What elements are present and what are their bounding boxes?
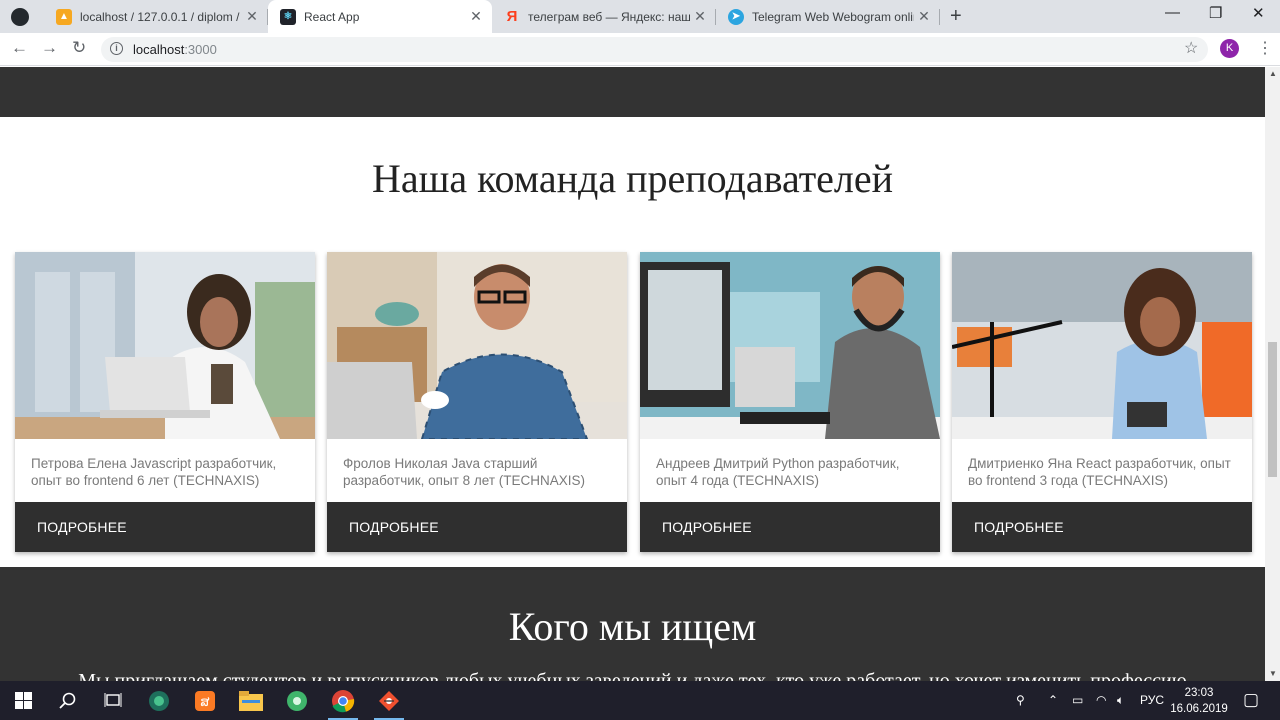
teacher-bio: Дмитриенко Яна React разработчик, опыт в… xyxy=(968,456,1231,488)
file-explorer-icon[interactable] xyxy=(228,681,274,720)
details-button-label: ПОДРОБНЕЕ xyxy=(37,519,127,535)
teacher-card: Фролов Николая Java старший разработчик,… xyxy=(327,252,627,552)
new-tab-icon[interactable]: + xyxy=(950,5,962,28)
teacher-bio: Андреев Дмитрий Python разработчик, опыт… xyxy=(656,456,900,488)
git-kraken-icon[interactable] xyxy=(366,681,412,720)
scroll-up-icon[interactable]: ▲ xyxy=(1269,69,1277,78)
who-we-seek-title: Кого мы ищем xyxy=(508,604,757,649)
tab-phpmyadmin[interactable]: ▲ localhost / 127.0.0.1 / diplom / le ✕ xyxy=(44,0,268,33)
search-icon[interactable] xyxy=(45,681,91,720)
wifi-icon[interactable]: ◠ xyxy=(1096,693,1106,707)
tab-title: localhost / 127.0.0.1 / diplom / le xyxy=(80,9,242,24)
details-button-label: ПОДРОБНЕЕ xyxy=(662,519,752,535)
details-button-label: ПОДРОБНЕЕ xyxy=(349,519,439,535)
scrollbar-thumb[interactable] xyxy=(1268,342,1277,477)
windows-start-icon[interactable] xyxy=(0,681,46,720)
action-center-icon[interactable]: ▢ xyxy=(1243,690,1259,710)
page-viewport: Наша команда преподавателей Петрова Елен… xyxy=(0,67,1265,681)
details-button[interactable]: ПОДРОБНЕЕ xyxy=(15,502,315,552)
close-tab-icon[interactable]: ✕ xyxy=(466,8,486,25)
telegram-icon: ➤ xyxy=(728,8,744,25)
team-section-title: Наша команда преподавателей xyxy=(371,156,894,201)
reload-icon[interactable]: ↻ xyxy=(72,38,86,58)
tab-title: телеграм веб — Яндекс: нашло xyxy=(528,9,690,24)
clock-time: 23:03 xyxy=(1184,687,1214,699)
forward-icon[interactable]: → xyxy=(41,38,58,58)
svg-text:ສ: ສ xyxy=(200,694,209,709)
url-port: :3000 xyxy=(184,42,217,57)
tab-strip: ▲ localhost / 127.0.0.1 / diplom / le ✕ … xyxy=(0,0,1280,33)
react-icon: ⚛ xyxy=(280,8,296,25)
tab-telegram[interactable]: ➤ Telegram Web Webogram online ✕ xyxy=(716,0,940,33)
close-tab-icon[interactable]: ✕ xyxy=(242,8,262,25)
tab-react-app[interactable]: ⚛ React App ✕ xyxy=(268,0,492,33)
profile-avatar[interactable]: K xyxy=(1220,39,1239,58)
chevron-up-icon[interactable]: ⌃ xyxy=(1048,693,1058,707)
language-indicator[interactable]: РУС xyxy=(1140,693,1164,707)
volume-icon[interactable]: 🔈︎ xyxy=(1117,693,1124,708)
teacher-bio: Фролов Николая Java старший разработчик,… xyxy=(343,456,586,488)
people-icon[interactable]: ⚲ xyxy=(1016,693,1025,707)
scroll-down-icon[interactable]: ▼ xyxy=(1269,669,1277,678)
task-view-icon[interactable] xyxy=(90,681,136,720)
teacher-bio: Петрова Елена Javascript разработчик, оп… xyxy=(31,456,277,488)
browser-toolbar: ← → ↻ i localhost:3000 xyxy=(0,33,1280,66)
close-tab-icon[interactable]: ✕ xyxy=(914,8,934,25)
details-button[interactable]: ПОДРОБНЕЕ xyxy=(952,502,1252,552)
page-scrollbar[interactable]: ▲ ▼ xyxy=(1265,67,1280,681)
tab-title: Telegram Web Webogram online xyxy=(752,9,914,24)
header-section-bottom xyxy=(0,67,1265,117)
bookmark-star-icon[interactable]: ☆ xyxy=(1184,38,1198,58)
details-button[interactable]: ПОДРОБНЕЕ xyxy=(327,502,627,552)
chrome-icon[interactable] xyxy=(320,681,366,720)
teacher-card: Петрова Елена Javascript разработчик, оп… xyxy=(15,252,315,552)
teacher-photo xyxy=(640,252,940,439)
teacher-photo xyxy=(952,252,1252,439)
browser-menu-icon[interactable]: ⋮ xyxy=(1257,38,1273,58)
who-we-seek-text: Мы приглашаем студентов и выпускников лю… xyxy=(78,670,1187,681)
github-icon[interactable] xyxy=(11,8,29,26)
minimize-icon[interactable]: — xyxy=(1165,4,1180,21)
tab-yandex[interactable]: Я телеграм веб — Яндекс: нашло ✕ xyxy=(492,0,716,33)
xampp-icon[interactable]: ສ xyxy=(182,681,228,720)
clock-date: 16.06.2019 xyxy=(1170,703,1228,715)
teacher-photo xyxy=(327,252,627,439)
maximize-icon[interactable]: ❐ xyxy=(1209,4,1222,22)
url-host: localhost xyxy=(133,42,185,57)
details-button-label: ПОДРОБНЕЕ xyxy=(974,519,1064,535)
info-icon[interactable]: i xyxy=(110,42,123,55)
system-clock[interactable]: 23:03 16.06.2019 xyxy=(1166,685,1232,717)
windows-taskbar: ສ ⚲ ⌃ ▭ ◠ 🔈︎ РУС 23:03 16.06.2019 ▢ xyxy=(0,681,1280,720)
back-icon[interactable]: ← xyxy=(11,38,28,58)
teacher-card: Дмитриенко Яна React разработчик, опыт в… xyxy=(952,252,1252,552)
phpmyadmin-icon: ▲ xyxy=(56,8,72,25)
teacher-photo xyxy=(15,252,315,439)
app-icon-green-circle[interactable] xyxy=(274,681,320,720)
tab-title: React App xyxy=(304,9,360,24)
close-tab-icon[interactable]: ✕ xyxy=(690,8,710,25)
teacher-card: Андреев Дмитрий Python разработчик, опыт… xyxy=(640,252,940,552)
url-text[interactable]: localhost:3000 xyxy=(133,42,217,57)
yandex-icon: Я xyxy=(506,8,518,25)
address-bar[interactable]: i localhost:3000 xyxy=(101,37,1208,62)
app-icon-green-globe[interactable] xyxy=(136,681,182,720)
battery-icon[interactable]: ▭ xyxy=(1072,693,1083,707)
details-button[interactable]: ПОДРОБНЕЕ xyxy=(640,502,940,552)
close-window-icon[interactable]: ✕ xyxy=(1252,4,1265,22)
